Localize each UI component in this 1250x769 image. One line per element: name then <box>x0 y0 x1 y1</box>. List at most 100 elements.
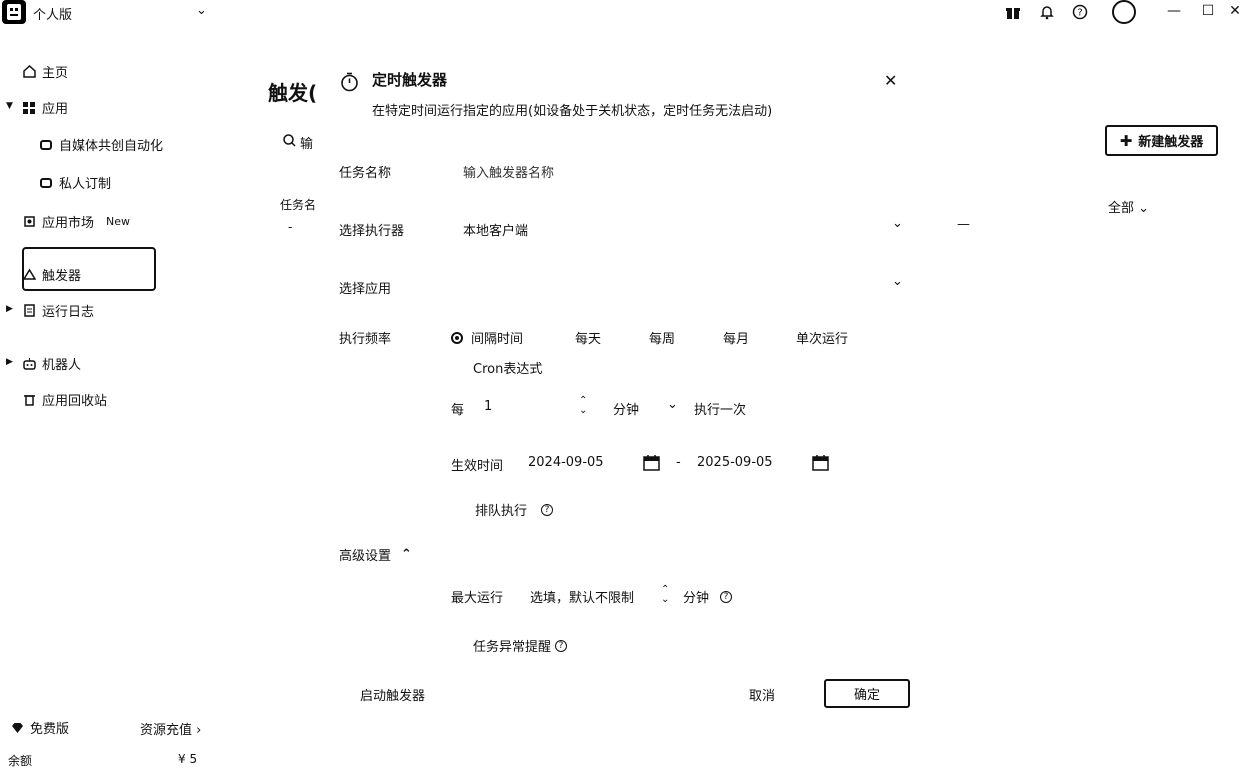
svg-text:?: ? <box>1077 8 1082 19</box>
radio-label: 间隔时间 <box>471 332 524 347</box>
dialog-title: 定时触发器 <box>372 71 448 89</box>
sidebar-item-label: 主页 <box>42 66 69 81</box>
radio-cron[interactable]: Cron表达式 <box>473 358 542 377</box>
caret-down-icon[interactable]: ▼ <box>6 101 13 111</box>
page-title: 触发( <box>268 81 318 105</box>
sidebar-item-label: 运行日志 <box>42 305 95 320</box>
sidebar-item-market[interactable]: 应用市场 New <box>22 212 130 231</box>
max-run-label: 最大运行 <box>451 591 504 606</box>
stepper-icon[interactable]: ⌃ ⌄ <box>579 396 587 416</box>
chevron-up-icon: ⌃ <box>401 547 412 562</box>
store-icon <box>22 215 36 229</box>
plan-label: 免费版 <box>30 722 70 737</box>
new-badge: New <box>106 215 131 228</box>
recharge-label: 资源充值 <box>140 723 193 738</box>
timer-trigger-dialog <box>322 48 920 724</box>
balance-label: 余额 <box>8 754 33 768</box>
date-separator: - <box>676 455 681 470</box>
run-once-label: 执行一次 <box>694 403 747 418</box>
start-date-input[interactable]: 2024-09-05 <box>528 455 604 470</box>
radio-once[interactable]: 单次运行 <box>796 328 848 347</box>
max-run-unit: 分钟 <box>683 591 710 606</box>
caret-right-icon[interactable]: ▶ <box>6 304 13 314</box>
effective-time-label: 生效时间 <box>451 459 504 474</box>
new-trigger-button[interactable]: ✚ 新建触发器 <box>1105 125 1218 156</box>
ok-label: 确定 <box>853 688 880 703</box>
gift-icon[interactable] <box>1004 3 1022 21</box>
sidebar-item-label: 应用市场 <box>42 216 95 231</box>
ok-button[interactable]: 确定 <box>824 679 910 708</box>
chevron-down-icon[interactable]: ⌄ <box>892 216 903 231</box>
chevron-down-icon[interactable]: ⌄ <box>667 397 678 412</box>
close-icon[interactable]: ✕ <box>884 71 897 90</box>
sidebar-item-recycle[interactable]: 应用回收站 <box>22 390 107 409</box>
bell-icon[interactable] <box>1038 3 1056 21</box>
filter-dropdown[interactable]: 全部 ⌄ <box>1108 197 1149 216</box>
alert-option[interactable]: 任务异常提醒 ? <box>473 636 568 655</box>
recharge-link[interactable]: 资源充值 › <box>140 719 201 738</box>
radio-interval[interactable]: 间隔时间 <box>451 328 523 347</box>
sidebar-item-label: 应用 <box>42 102 69 117</box>
unit-select[interactable]: 分钟 <box>613 399 639 418</box>
sidebar-item-label: 机器人 <box>42 358 82 373</box>
plan-badge: 免费版 <box>10 718 69 737</box>
max-run-input[interactable]: 选填，默认不限制 <box>530 587 634 606</box>
calendar-icon[interactable] <box>643 454 660 475</box>
sidebar-item-trigger[interactable]: 触发器 <box>22 265 81 284</box>
app-select-label: 选择应用 <box>339 282 392 297</box>
executor-label: 选择执行器 <box>339 224 405 239</box>
radio-checked-icon <box>451 331 463 344</box>
column-header-task: 任务名 <box>280 198 317 212</box>
workspace-name[interactable]: 个人版 <box>33 4 72 23</box>
help-icon[interactable]: ? <box>541 503 554 516</box>
help-icon[interactable]: ? <box>555 639 568 652</box>
enable-trigger-toggle[interactable]: 启动触发器 <box>360 685 425 704</box>
help-icon[interactable]: ? <box>720 591 732 603</box>
timer-icon <box>340 72 359 96</box>
dialog-subtitle: 在特定时间运行指定的应用(如设备处于关机状态，定时任务无法启动) <box>372 104 773 119</box>
chevron-down-icon[interactable]: ⌄ <box>892 274 903 289</box>
close-window-icon[interactable]: ✕ <box>1226 2 1244 20</box>
interval-input[interactable]: 1 <box>484 399 492 414</box>
stepper-icon[interactable]: ⌃ ⌄ <box>661 585 669 605</box>
app-icon <box>39 176 53 190</box>
avatar[interactable] <box>1112 0 1136 24</box>
cancel-button[interactable]: 取消 <box>749 685 775 704</box>
calendar-icon[interactable] <box>812 454 829 475</box>
queue-option[interactable]: 排队执行 ? <box>475 500 554 519</box>
task-name-input[interactable]: 输入触发器名称 <box>463 162 554 181</box>
sidebar-subitem[interactable]: 私人订制 <box>39 173 111 192</box>
alert-label: 任务异常提醒 <box>473 640 552 655</box>
radio-monthly[interactable]: 每月 <box>723 328 749 347</box>
search-icon <box>283 134 296 151</box>
sidebar-item-logs[interactable]: 运行日志 <box>22 301 94 320</box>
radio-weekly[interactable]: 每周 <box>649 328 675 347</box>
end-date-input[interactable]: 2025-09-05 <box>697 455 773 470</box>
every-label: 每 <box>451 403 465 418</box>
help-icon[interactable]: ? <box>1071 3 1089 21</box>
sidebar-item-apps[interactable]: 应用 <box>22 98 68 117</box>
grid-icon <box>22 101 36 115</box>
sidebar-subitem[interactable]: 自媒体共创自动化 <box>39 135 163 154</box>
frequency-label: 执行频率 <box>339 332 392 347</box>
advanced-label: 高级设置 <box>339 549 392 564</box>
sidebar-item-robot[interactable]: 机器人 <box>22 354 81 373</box>
advanced-settings-toggle[interactable]: 高级设置 ⌃ <box>339 545 412 564</box>
task-name-label: 任务名称 <box>339 166 392 181</box>
plus-icon: ✚ <box>1119 131 1133 150</box>
trigger-icon <box>22 268 36 282</box>
chevron-down-icon[interactable]: ⌄ <box>196 3 207 18</box>
sidebar-item-label: 自媒体共创自动化 <box>59 139 164 154</box>
sidebar-item-home[interactable]: 主页 <box>22 62 68 81</box>
app-icon <box>39 138 53 152</box>
caret-right-icon[interactable]: ▶ <box>6 357 13 367</box>
maximize-icon[interactable]: ☐ <box>1199 2 1217 20</box>
search-input[interactable]: 输 <box>283 133 313 152</box>
minimize-icon[interactable]: — <box>1165 2 1183 20</box>
radio-daily[interactable]: 每天 <box>575 328 601 347</box>
app-logo <box>2 0 26 24</box>
sidebar-item-label: 触发器 <box>42 269 82 284</box>
sidebar-item-label: 应用回收站 <box>42 394 108 409</box>
document-icon <box>22 304 36 318</box>
executor-select[interactable]: 本地客户端 <box>463 220 528 239</box>
